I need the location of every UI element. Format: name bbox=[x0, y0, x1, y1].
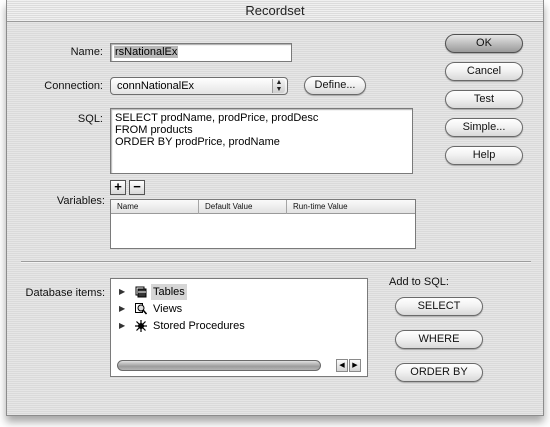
variables-table[interactable]: Name Default Value Run-time Value bbox=[110, 199, 416, 249]
sql-label: SQL: bbox=[77, 113, 103, 125]
database-items-tree[interactable]: ▶ Tables ▶ Views ▶ Stored Procedures ◀ ▶ bbox=[110, 278, 368, 377]
add-variable-button[interactable]: + bbox=[110, 180, 126, 195]
views-icon bbox=[135, 303, 147, 315]
sql-line: FROM products bbox=[115, 124, 193, 136]
sql-line: ORDER BY prodPrice, prodName bbox=[115, 136, 280, 148]
stored-procedures-icon bbox=[135, 320, 147, 332]
column-header-default-value[interactable]: Default Value bbox=[199, 200, 287, 214]
connection-select-value: connNationalEx bbox=[117, 80, 195, 92]
sql-textarea[interactable]: SELECT prodName, prodPrice, prodDesc FRO… bbox=[110, 108, 413, 174]
tree-item-tables[interactable]: ▶ Tables bbox=[119, 284, 359, 300]
column-header-name[interactable]: Name bbox=[111, 200, 199, 214]
tree-item-views[interactable]: ▶ Views bbox=[119, 301, 359, 317]
disclosure-triangle-icon[interactable]: ▶ bbox=[119, 284, 127, 300]
add-to-sql-label: Add to SQL: bbox=[389, 276, 449, 288]
section-divider bbox=[21, 261, 531, 263]
select-arrows-icon: ▲ ▼ bbox=[272, 79, 285, 93]
tree-item-label: Tables bbox=[151, 284, 187, 300]
define-button[interactable]: Define... bbox=[304, 76, 366, 95]
scrollbar-thumb[interactable] bbox=[117, 360, 321, 371]
recordset-dialog: Recordset Name: rsNationalEx Connection:… bbox=[6, 0, 544, 416]
ok-button[interactable]: OK bbox=[445, 34, 523, 53]
window-title: Recordset bbox=[7, 0, 543, 22]
remove-variable-button[interactable]: − bbox=[129, 180, 145, 195]
add-order-by-button[interactable]: ORDER BY bbox=[395, 363, 483, 382]
name-field[interactable]: rsNationalEx bbox=[110, 43, 292, 62]
tree-horizontal-scrollbar[interactable]: ◀ ▶ bbox=[117, 359, 361, 372]
name-field-value: rsNationalEx bbox=[114, 46, 179, 58]
tables-icon bbox=[135, 286, 147, 298]
tree-item-label: Stored Procedures bbox=[153, 320, 245, 332]
test-button[interactable]: Test bbox=[445, 90, 523, 109]
scroll-left-icon[interactable]: ◀ bbox=[336, 359, 348, 372]
sql-line: SELECT prodName, prodPrice, prodDesc bbox=[115, 112, 319, 124]
connection-select[interactable]: connNationalEx ▲ ▼ bbox=[110, 77, 288, 95]
cancel-button[interactable]: Cancel bbox=[445, 62, 523, 81]
disclosure-triangle-icon[interactable]: ▶ bbox=[119, 301, 127, 317]
column-header-run-time-value[interactable]: Run-time Value bbox=[287, 200, 415, 214]
tree-item-label: Views bbox=[153, 303, 183, 315]
tree-item-stored-procedures[interactable]: ▶ Stored Procedures bbox=[119, 318, 359, 334]
add-select-button[interactable]: SELECT bbox=[395, 297, 483, 316]
database-items-label: Database items: bbox=[25, 287, 105, 299]
name-label: Name: bbox=[70, 46, 103, 58]
connection-label: Connection: bbox=[44, 80, 103, 92]
variables-label: Variables: bbox=[56, 195, 105, 207]
variables-table-header: Name Default Value Run-time Value bbox=[111, 200, 415, 214]
disclosure-triangle-icon[interactable]: ▶ bbox=[119, 318, 127, 334]
help-button[interactable]: Help bbox=[445, 146, 523, 165]
simple-button[interactable]: Simple... bbox=[445, 118, 523, 137]
add-where-button[interactable]: WHERE bbox=[395, 330, 483, 349]
scroll-right-icon[interactable]: ▶ bbox=[349, 359, 361, 372]
